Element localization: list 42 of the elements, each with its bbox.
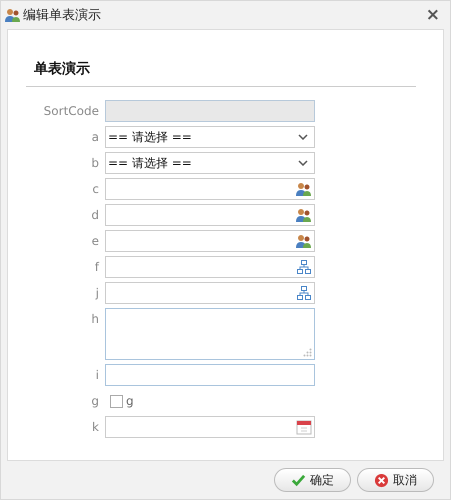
field-label: SortCode (42, 103, 100, 120)
cancel-button[interactable]: 取消 (357, 468, 434, 492)
org-chart-icon (296, 259, 312, 275)
select-field[interactable]: == 请选择 == (105, 126, 315, 148)
textarea-field[interactable] (105, 308, 315, 360)
resize-grip-icon (303, 348, 312, 357)
input-field[interactable] (105, 178, 315, 200)
input-field[interactable] (105, 100, 315, 122)
field-label: e (90, 233, 100, 250)
field-label: j (94, 285, 100, 302)
users-icon (5, 7, 21, 23)
close-icon (374, 472, 389, 488)
section-title: 单表演示 (26, 60, 416, 87)
check-icon (291, 472, 306, 488)
input-field[interactable] (105, 256, 315, 278)
field-label: i (94, 367, 100, 384)
field-label: h (90, 311, 100, 328)
users-icon (296, 181, 312, 197)
input-field[interactable] (105, 230, 315, 252)
input-field[interactable] (105, 364, 315, 386)
caret-icon (298, 160, 308, 166)
field-label: b (90, 155, 100, 172)
checkbox-label: g (126, 393, 134, 410)
field-label: g (90, 393, 100, 410)
field-label: d (90, 207, 100, 224)
field-label: f (94, 259, 100, 276)
window-title: 编辑单表演示 (23, 7, 102, 24)
calendar-icon (296, 419, 312, 435)
confirm-button[interactable]: 确定 (274, 468, 351, 492)
users-icon (296, 207, 312, 223)
org-chart-icon (296, 285, 312, 301)
field-label: a (90, 129, 100, 146)
caret-icon (298, 134, 308, 140)
users-icon (296, 233, 312, 249)
input-field[interactable] (105, 416, 315, 438)
input-field[interactable] (105, 204, 315, 226)
input-field[interactable] (105, 282, 315, 304)
field-label: c (91, 181, 100, 198)
close-button[interactable]: × (422, 5, 444, 25)
field-label: k (91, 419, 100, 436)
select-field[interactable]: == 请选择 == (105, 152, 315, 174)
checkbox[interactable] (110, 395, 123, 408)
